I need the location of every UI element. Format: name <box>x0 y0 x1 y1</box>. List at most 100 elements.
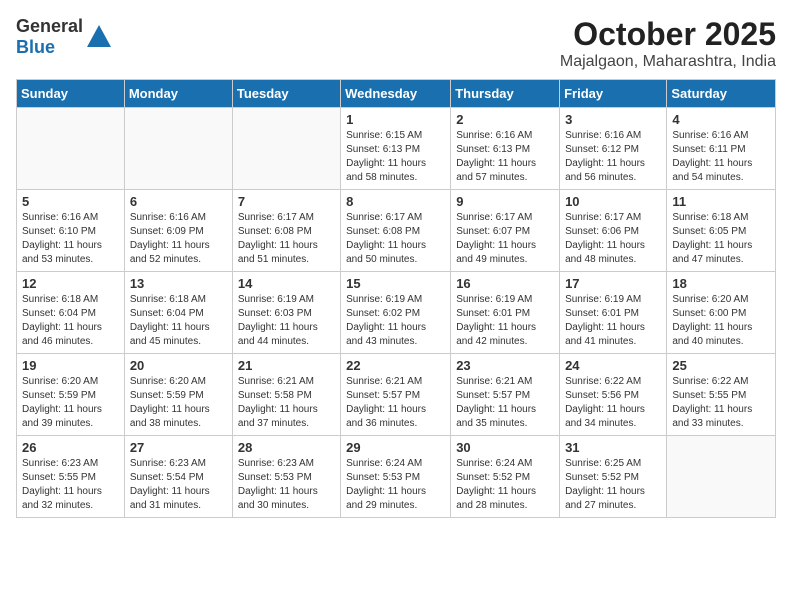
calendar-week-row: 19 Sunrise: 6:20 AM Sunset: 5:59 PM Dayli… <box>17 354 776 436</box>
day-number: 26 <box>22 440 119 455</box>
calendar-day-cell: 11Sunrise: 6:18 AM Sunset: 6:05 PM Dayli… <box>667 190 776 272</box>
day-info: Sunrise: 6:25 AM Sunset: 5:52 PM Dayligh… <box>565 457 661 513</box>
calendar-day-cell: 31 Sunrise: 6:25 AM Sunset: 5:52 PM Dayli… <box>560 436 667 518</box>
day-number: 16 <box>456 276 554 291</box>
header-monday: Monday <box>124 80 232 108</box>
logo-text: General Blue <box>16 16 83 58</box>
calendar-day-cell: 3Sunrise: 6:16 AM Sunset: 6:12 PM Daylig… <box>560 108 667 190</box>
day-info: Sunrise: 6:23 AM Sunset: 5:53 PM Dayligh… <box>238 457 335 513</box>
calendar-day-cell: 19 Sunrise: 6:20 AM Sunset: 5:59 PM Dayli… <box>17 354 125 436</box>
calendar-day-cell: 10Sunrise: 6:17 AM Sunset: 6:06 PM Dayli… <box>560 190 667 272</box>
day-number: 25 <box>672 358 770 373</box>
calendar-day-cell <box>667 436 776 518</box>
day-number: 8 <box>346 194 445 209</box>
day-number: 21 <box>238 358 335 373</box>
day-number: 2 <box>456 112 554 127</box>
title-block: October 2025 Majalgaon, Maharashtra, Ind… <box>560 16 776 71</box>
calendar-day-cell: 8 Sunrise: 6:17 AM Sunset: 6:08 PM Daylig… <box>341 190 451 272</box>
calendar-day-cell: 5 Sunrise: 6:16 AM Sunset: 6:10 PM Daylig… <box>17 190 125 272</box>
logo: General Blue <box>16 16 113 58</box>
calendar-day-cell: 4 Sunrise: 6:16 AM Sunset: 6:11 PM Daylig… <box>667 108 776 190</box>
calendar-week-row: 5 Sunrise: 6:16 AM Sunset: 6:10 PM Daylig… <box>17 190 776 272</box>
calendar-day-cell: 1 Sunrise: 6:15 AM Sunset: 6:13 PM Daylig… <box>341 108 451 190</box>
calendar-day-cell: 21 Sunrise: 6:21 AM Sunset: 5:58 PM Dayli… <box>232 354 340 436</box>
calendar-day-cell: 7 Sunrise: 6:17 AM Sunset: 6:08 PM Daylig… <box>232 190 340 272</box>
logo-icon <box>85 23 113 51</box>
day-info: Sunrise: 6:17 AM Sunset: 6:08 PM Dayligh… <box>346 211 445 267</box>
day-number: 14 <box>238 276 335 291</box>
calendar-day-cell: 15Sunrise: 6:19 AM Sunset: 6:02 PM Dayli… <box>341 272 451 354</box>
day-info: Sunrise: 6:21 AM Sunset: 5:57 PM Dayligh… <box>346 375 445 431</box>
calendar-table: Sunday Monday Tuesday Wednesday Thursday… <box>16 79 776 518</box>
day-number: 30 <box>456 440 554 455</box>
day-info: Sunrise: 6:19 AM Sunset: 6:03 PM Dayligh… <box>238 293 335 349</box>
calendar-day-cell: 23 Sunrise: 6:21 AM Sunset: 5:57 PM Dayli… <box>451 354 560 436</box>
day-number: 29 <box>346 440 445 455</box>
day-number: 22 <box>346 358 445 373</box>
day-number: 18 <box>672 276 770 291</box>
month-title: October 2025 <box>560 16 776 53</box>
calendar-week-row: 12 Sunrise: 6:18 AM Sunset: 6:04 PM Dayli… <box>17 272 776 354</box>
day-info: Sunrise: 6:16 AM Sunset: 6:13 PM Dayligh… <box>456 129 554 185</box>
day-number: 15 <box>346 276 445 291</box>
calendar-day-cell <box>17 108 125 190</box>
day-info: Sunrise: 6:15 AM Sunset: 6:13 PM Dayligh… <box>346 129 445 185</box>
calendar-day-cell: 29Sunrise: 6:24 AM Sunset: 5:53 PM Dayli… <box>341 436 451 518</box>
day-info: Sunrise: 6:20 AM Sunset: 5:59 PM Dayligh… <box>130 375 227 431</box>
day-number: 1 <box>346 112 445 127</box>
calendar-header-row: Sunday Monday Tuesday Wednesday Thursday… <box>17 80 776 108</box>
calendar-day-cell: 24 Sunrise: 6:22 AM Sunset: 5:56 PM Dayli… <box>560 354 667 436</box>
day-info: Sunrise: 6:16 AM Sunset: 6:09 PM Dayligh… <box>130 211 227 267</box>
page-header: General Blue October 2025 Majalgaon, Mah… <box>16 16 776 71</box>
day-number: 6 <box>130 194 227 209</box>
day-number: 23 <box>456 358 554 373</box>
day-info: Sunrise: 6:18 AM Sunset: 6:05 PM Dayligh… <box>672 211 770 267</box>
day-number: 27 <box>130 440 227 455</box>
day-info: Sunrise: 6:16 AM Sunset: 6:11 PM Dayligh… <box>672 129 770 185</box>
day-info: Sunrise: 6:19 AM Sunset: 6:01 PM Dayligh… <box>565 293 661 349</box>
calendar-day-cell: 12Sunrise: 6:18 AM Sunset: 6:04 PM Dayli… <box>17 272 125 354</box>
calendar-day-cell: 2 Sunrise: 6:16 AM Sunset: 6:13 PM Daylig… <box>451 108 560 190</box>
day-number: 3 <box>565 112 661 127</box>
calendar-week-row: 1 Sunrise: 6:15 AM Sunset: 6:13 PM Daylig… <box>17 108 776 190</box>
calendar-day-cell: 6 Sunrise: 6:16 AM Sunset: 6:09 PM Daylig… <box>124 190 232 272</box>
day-info: Sunrise: 6:22 AM Sunset: 5:55 PM Dayligh… <box>672 375 770 431</box>
day-number: 28 <box>238 440 335 455</box>
calendar-day-cell: 20 Sunrise: 6:20 AM Sunset: 5:59 PM Dayli… <box>124 354 232 436</box>
day-number: 7 <box>238 194 335 209</box>
calendar-day-cell: 9 Sunrise: 6:17 AM Sunset: 6:07 PM Daylig… <box>451 190 560 272</box>
header-tuesday: Tuesday <box>232 80 340 108</box>
day-info: Sunrise: 6:21 AM Sunset: 5:58 PM Dayligh… <box>238 375 335 431</box>
header-saturday: Saturday <box>667 80 776 108</box>
day-info: Sunrise: 6:18 AM Sunset: 6:04 PM Dayligh… <box>130 293 227 349</box>
day-number: 19 <box>22 358 119 373</box>
calendar-day-cell: 16Sunrise: 6:19 AM Sunset: 6:01 PM Dayli… <box>451 272 560 354</box>
day-info: Sunrise: 6:23 AM Sunset: 5:54 PM Dayligh… <box>130 457 227 513</box>
calendar-day-cell: 27 Sunrise: 6:23 AM Sunset: 5:54 PM Dayli… <box>124 436 232 518</box>
calendar-day-cell: 18Sunrise: 6:20 AM Sunset: 6:00 PM Dayli… <box>667 272 776 354</box>
day-info: Sunrise: 6:20 AM Sunset: 5:59 PM Dayligh… <box>22 375 119 431</box>
header-thursday: Thursday <box>451 80 560 108</box>
day-number: 4 <box>672 112 770 127</box>
day-number: 5 <box>22 194 119 209</box>
day-info: Sunrise: 6:16 AM Sunset: 6:10 PM Dayligh… <box>22 211 119 267</box>
day-number: 24 <box>565 358 661 373</box>
calendar-week-row: 26Sunrise: 6:23 AM Sunset: 5:55 PM Dayli… <box>17 436 776 518</box>
calendar-day-cell <box>124 108 232 190</box>
day-info: Sunrise: 6:17 AM Sunset: 6:07 PM Dayligh… <box>456 211 554 267</box>
day-info: Sunrise: 6:22 AM Sunset: 5:56 PM Dayligh… <box>565 375 661 431</box>
day-number: 12 <box>22 276 119 291</box>
day-info: Sunrise: 6:17 AM Sunset: 6:06 PM Dayligh… <box>565 211 661 267</box>
location-title: Majalgaon, Maharashtra, India <box>560 53 776 71</box>
calendar-day-cell: 22 Sunrise: 6:21 AM Sunset: 5:57 PM Dayli… <box>341 354 451 436</box>
day-info: Sunrise: 6:24 AM Sunset: 5:52 PM Dayligh… <box>456 457 554 513</box>
day-number: 9 <box>456 194 554 209</box>
calendar-day-cell <box>232 108 340 190</box>
day-info: Sunrise: 6:21 AM Sunset: 5:57 PM Dayligh… <box>456 375 554 431</box>
calendar-day-cell: 14 Sunrise: 6:19 AM Sunset: 6:03 PM Dayli… <box>232 272 340 354</box>
day-number: 20 <box>130 358 227 373</box>
header-friday: Friday <box>560 80 667 108</box>
day-info: Sunrise: 6:17 AM Sunset: 6:08 PM Dayligh… <box>238 211 335 267</box>
day-number: 31 <box>565 440 661 455</box>
logo-general: General <box>16 16 83 36</box>
